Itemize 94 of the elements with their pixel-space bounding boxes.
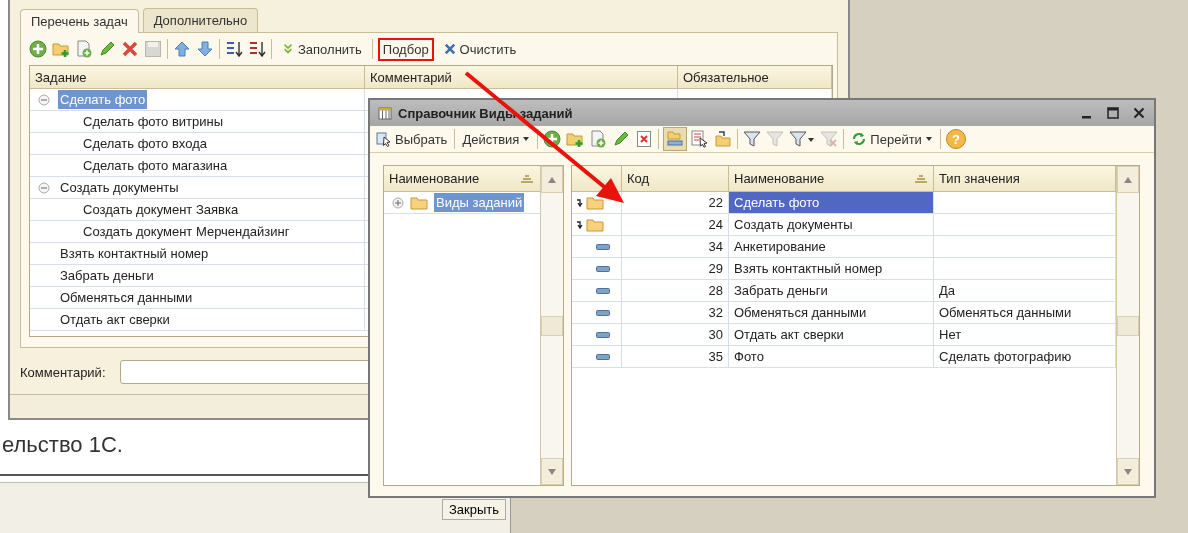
add-icon[interactable] xyxy=(29,40,47,58)
element-icon xyxy=(596,331,610,338)
add-icon[interactable] xyxy=(543,130,562,148)
code-cell: 29 xyxy=(622,258,729,279)
save-icon[interactable] xyxy=(144,40,162,58)
code-cell: 32 xyxy=(622,302,729,323)
element-icon xyxy=(596,309,610,316)
folder-add-icon[interactable] xyxy=(566,130,585,148)
folder-icon xyxy=(586,195,604,210)
close-button[interactable]: Закрыть xyxy=(441,499,506,520)
cross-icon xyxy=(443,43,456,55)
column-header[interactable]: Код xyxy=(622,166,729,191)
name-cell[interactable]: Забрать деньги xyxy=(729,280,934,301)
scroll-thumb[interactable] xyxy=(541,315,563,336)
tab[interactable]: Перечень задач xyxy=(20,9,139,33)
task-name[interactable]: Забрать деньги xyxy=(58,266,156,285)
down-arrow-icon[interactable] xyxy=(196,40,214,58)
scroll-down-icon[interactable] xyxy=(1123,467,1133,476)
name-cell[interactable]: Обменяться данными xyxy=(729,302,934,323)
pencil-icon[interactable] xyxy=(612,130,631,148)
scroll-thumb[interactable] xyxy=(1117,315,1139,336)
task-name[interactable]: Создать документ Мерчендайзинг xyxy=(81,222,292,241)
comment-label: Комментарий: xyxy=(20,364,106,380)
name-cell[interactable]: Создать документы xyxy=(729,214,934,235)
filter-clear-icon[interactable] xyxy=(820,130,839,148)
document-add-icon[interactable] xyxy=(589,130,608,148)
delete-icon[interactable] xyxy=(121,40,139,58)
tab[interactable]: Дополнительно xyxy=(142,8,259,32)
clear-button[interactable]: Очистить xyxy=(438,37,522,61)
sort-icon[interactable] xyxy=(914,174,928,183)
code-cell: 34 xyxy=(622,236,729,257)
name-cell[interactable]: Сделать фото xyxy=(729,192,934,213)
element-icon xyxy=(596,353,610,360)
collapse-toggle-icon[interactable] xyxy=(38,181,50,194)
task-name[interactable]: Сделать фото входа xyxy=(81,134,209,153)
caret-icon xyxy=(522,135,531,143)
select-button[interactable]: Выбрать xyxy=(374,130,450,148)
task-name[interactable]: Создать документы xyxy=(58,178,181,197)
up-arrow-icon[interactable] xyxy=(173,40,191,58)
select-cursor-icon xyxy=(376,131,392,147)
go-to-menu-button[interactable]: Перейти xyxy=(849,130,935,148)
maximize-icon[interactable] xyxy=(1106,106,1120,120)
task-name[interactable]: Взять контактный номер xyxy=(58,244,211,263)
filter-icon[interactable] xyxy=(743,130,762,148)
scrollbar[interactable] xyxy=(540,166,563,485)
task-name[interactable]: Создать документ Заявка xyxy=(81,200,241,219)
element-icon xyxy=(596,287,610,294)
column-header[interactable]: Наименование xyxy=(734,171,825,186)
scroll-up-icon[interactable] xyxy=(547,175,557,184)
code-cell: 24 xyxy=(622,214,729,235)
code-cell: 35 xyxy=(622,346,729,367)
close-icon[interactable] xyxy=(1132,106,1146,120)
caret-icon xyxy=(924,135,933,143)
folder-icon xyxy=(410,195,428,210)
column-header[interactable]: Комментарий xyxy=(365,66,678,88)
column-header[interactable]: Задание xyxy=(30,66,365,88)
task-name[interactable]: Сделать фото витрины xyxy=(81,112,226,131)
code-cell: 30 xyxy=(622,324,729,345)
fill-button[interactable]: Заполнить xyxy=(277,37,367,61)
filter-menu-icon[interactable] xyxy=(789,130,816,148)
sort-ascending-icon[interactable] xyxy=(225,40,243,58)
delete-icon[interactable] xyxy=(635,130,654,148)
task-name[interactable]: Обменяться данными xyxy=(58,288,195,307)
expand-arrow-icon[interactable] xyxy=(576,219,584,230)
task-name[interactable]: Сделать фото магазина xyxy=(81,156,230,175)
name-cell[interactable]: Отдать акт сверки xyxy=(729,324,934,345)
double-chevron-icon xyxy=(282,43,294,55)
sort-descending-icon[interactable] xyxy=(248,40,266,58)
name-cell[interactable]: Взять контактный номер xyxy=(729,258,934,279)
window-title: Справочник Виды заданий xyxy=(398,105,573,121)
scroll-up-icon[interactable] xyxy=(1123,175,1133,184)
table-icon xyxy=(378,106,392,120)
list-cursor-icon[interactable] xyxy=(691,130,710,148)
pick-button[interactable]: Подбор xyxy=(377,37,434,61)
name-cell[interactable]: Анкетирование xyxy=(729,236,934,257)
name-cell[interactable]: Фото xyxy=(729,346,934,367)
element-icon xyxy=(596,265,610,272)
expand-toggle-icon[interactable] xyxy=(392,196,404,209)
refresh-icon xyxy=(851,131,868,147)
pencil-icon[interactable] xyxy=(98,40,116,58)
scroll-down-icon[interactable] xyxy=(547,467,557,476)
actions-menu-button[interactable]: Действия xyxy=(460,130,533,148)
expand-arrow-icon[interactable] xyxy=(576,197,584,208)
folder-arrow-icon[interactable] xyxy=(714,130,733,148)
sort-icon[interactable] xyxy=(520,174,534,183)
scrollbar[interactable] xyxy=(1116,166,1139,485)
folder-add-icon[interactable] xyxy=(52,40,70,58)
code-cell: 28 xyxy=(622,280,729,301)
task-name[interactable]: Отдать акт сверки xyxy=(58,310,172,329)
element-icon xyxy=(596,243,610,250)
document-add-icon[interactable] xyxy=(75,40,93,58)
column-header[interactable]: Обязательное xyxy=(678,66,832,88)
folder-icon xyxy=(586,217,604,232)
collapse-toggle-icon[interactable] xyxy=(38,93,50,106)
